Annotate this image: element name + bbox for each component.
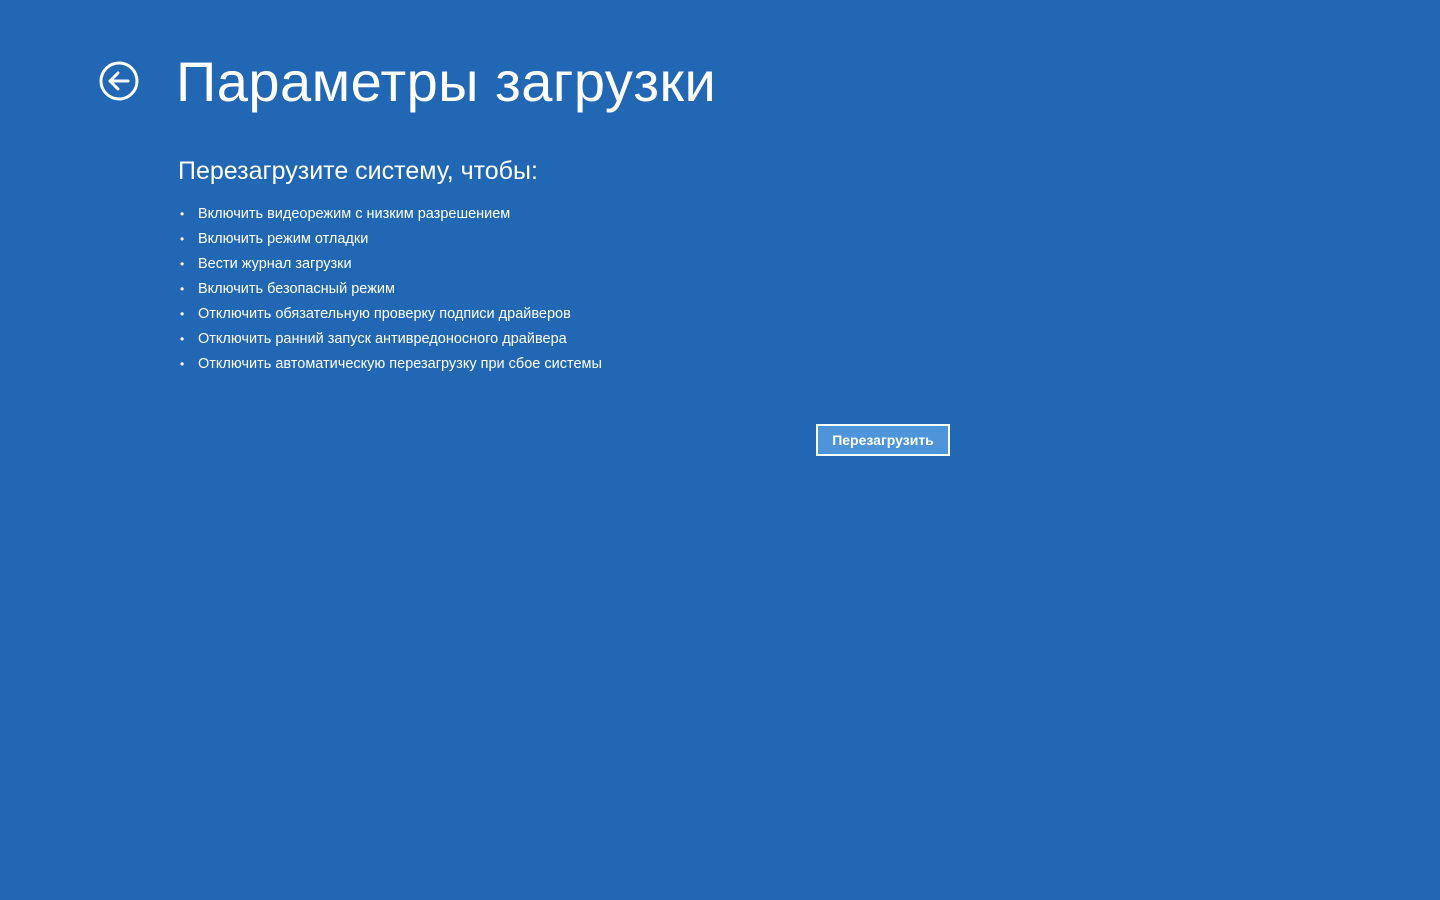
restart-button[interactable]: Перезагрузить [816,424,950,456]
list-item-text: Отключить обязательную проверку подписи … [198,306,571,322]
bullet: • [180,257,185,271]
bullet: • [180,282,185,296]
list-item: • Включить видеорежим с низким разрешение… [178,202,602,227]
list-item: • Включить безопасный режим [178,277,602,302]
list-item-text: Вести журнал загрузки [198,256,352,272]
bullet: • [180,232,185,246]
bullet: • [180,332,185,346]
subtitle: Перезагрузите систему, чтобы: [178,157,538,185]
bullet: • [180,357,185,371]
bullet: • [180,307,185,321]
list-item-text: Включить видеорежим с низким разрешением [198,206,511,222]
bullet: • [180,207,185,221]
list-item: • Вести журнал загрузки [178,252,602,277]
list-item: • Отключить автоматическую перезагрузку п… [178,352,602,377]
list-item: • Отключить ранний запуск антивредоносног… [178,327,602,352]
options-list: • Включить видеорежим с низким разрешение… [178,202,602,377]
page-title: Параметры загрузки [176,50,717,113]
back-button[interactable] [98,60,140,102]
list-item-text: Включить безопасный режим [198,281,395,297]
list-item-text: Отключить автоматическую перезагрузку пр… [198,356,602,372]
list-item-text: Отключить ранний запуск антивредоносного… [198,331,567,347]
list-item-text: Включить режим отладки [198,231,369,247]
back-arrow-circle-icon [98,60,140,102]
list-item: • Отключить обязательную проверку подписи… [178,302,602,327]
list-item: • Включить режим отладки [178,227,602,252]
